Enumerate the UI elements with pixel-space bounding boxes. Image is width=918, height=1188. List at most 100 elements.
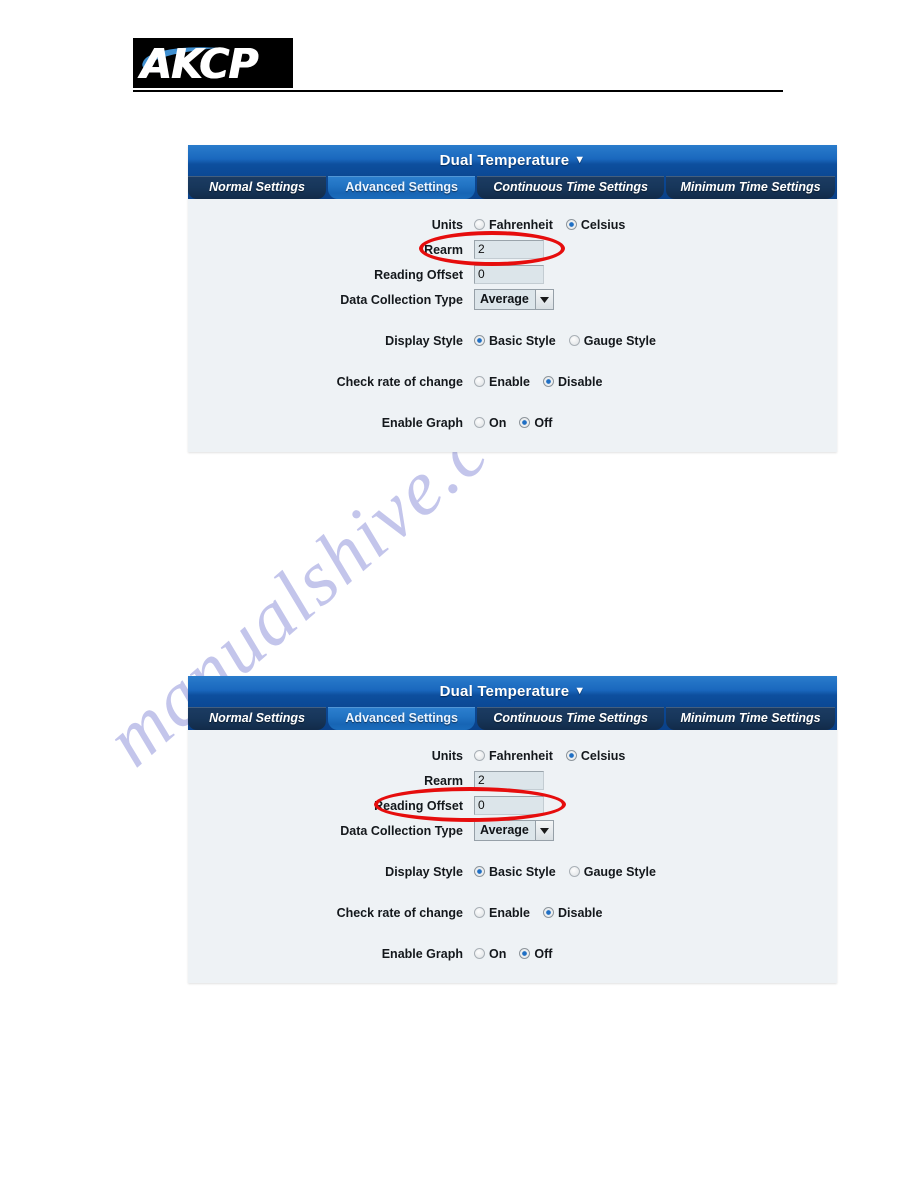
- display-style-radio-group: Basic Style Gauge Style: [474, 865, 656, 879]
- row-data-collection-type: Data Collection Type Average: [188, 288, 837, 311]
- enable-graph-radio-group: On Off: [474, 416, 552, 430]
- radio-indicator-graph-off[interactable]: [519, 948, 531, 959]
- check-rate-of-change-label: Check rate of change: [336, 374, 463, 389]
- row-reading-offset: Reading Offset 0: [188, 794, 837, 817]
- enable-graph-label: Enable Graph: [381, 946, 463, 961]
- settings-panel-2: Dual Temperature ▼ Normal Settings Advanc…: [188, 676, 837, 983]
- settings-panel-1: Dual Temperature ▼ Normal Settings Advanc…: [188, 145, 837, 452]
- radio-indicator-check-rate-enable[interactable]: [474, 376, 485, 387]
- radio-graph-off[interactable]: Off: [519, 947, 552, 961]
- radio-label-check-rate-disable: Disable: [558, 905, 603, 920]
- panel-titlebar: Dual Temperature ▼: [188, 145, 837, 176]
- radio-indicator-check-rate-enable[interactable]: [474, 907, 485, 918]
- panel-title[interactable]: Dual Temperature ▼: [188, 676, 837, 707]
- units-label: Units: [431, 217, 463, 232]
- data-collection-type-label: Data Collection Type: [340, 823, 463, 838]
- radio-indicator-celsius[interactable]: [565, 219, 577, 230]
- radio-graph-on[interactable]: On: [474, 416, 506, 430]
- chevron-down-icon[interactable]: ▼: [574, 685, 585, 697]
- radio-label-fahrenheit: Fahrenheit: [489, 748, 553, 763]
- row-display-style: Display Style Basic Style Gauge Style: [188, 329, 837, 352]
- row-rearm: Rearm 2: [188, 238, 837, 261]
- enable-graph-label: Enable Graph: [381, 415, 463, 430]
- radio-graph-on[interactable]: On: [474, 947, 506, 961]
- header-divider: [133, 90, 783, 92]
- panel-body: Units Fahrenheit Celsius Rearm 2 Reading…: [188, 730, 837, 983]
- row-units: Units Fahrenheit Celsius: [188, 213, 837, 236]
- radio-label-check-rate-enable: Enable: [489, 905, 530, 920]
- rearm-input[interactable]: 2: [474, 771, 544, 790]
- reading-offset-input[interactable]: 0: [474, 796, 544, 815]
- radio-label-graph-on: On: [489, 415, 507, 430]
- radio-check-rate-enable[interactable]: Enable: [474, 906, 530, 920]
- units-radio-group: Fahrenheit Celsius: [474, 218, 625, 232]
- akcp-logo: AKCP: [133, 38, 293, 88]
- radio-label-fahrenheit: Fahrenheit: [489, 217, 553, 232]
- tab-continuous-time-settings[interactable]: Continuous Time Settings: [477, 176, 665, 199]
- radio-label-graph-off: Off: [534, 946, 553, 961]
- radio-graph-off[interactable]: Off: [519, 416, 552, 430]
- radio-label-graph-off: Off: [534, 415, 553, 430]
- radio-label-check-rate-enable: Enable: [489, 374, 530, 389]
- row-reading-offset: Reading Offset 0: [188, 263, 837, 286]
- radio-label-celsius: Celsius: [580, 217, 626, 232]
- radio-label-graph-on: On: [489, 946, 507, 961]
- radio-indicator-graph-off[interactable]: [519, 417, 531, 428]
- radio-indicator-fahrenheit[interactable]: [474, 219, 485, 230]
- radio-indicator-graph-on[interactable]: [474, 948, 485, 959]
- radio-check-rate-disable[interactable]: Disable: [543, 375, 602, 389]
- reading-offset-input[interactable]: 0: [474, 265, 544, 284]
- tab-minimum-time-settings[interactable]: Minimum Time Settings: [666, 176, 835, 199]
- display-style-label: Display Style: [385, 864, 463, 879]
- radio-indicator-check-rate-disable[interactable]: [543, 376, 554, 387]
- display-style-radio-group: Basic Style Gauge Style: [474, 334, 656, 348]
- radio-fahrenheit[interactable]: Fahrenheit: [474, 218, 553, 232]
- data-collection-type-select[interactable]: Average: [474, 820, 554, 841]
- tab-advanced-settings[interactable]: Advanced Settings: [328, 707, 476, 730]
- chevron-down-icon[interactable]: ▼: [574, 154, 585, 166]
- radio-check-rate-disable[interactable]: Disable: [543, 906, 602, 920]
- radio-indicator-gauge-style[interactable]: [568, 335, 580, 346]
- tab-continuous-time-settings[interactable]: Continuous Time Settings: [477, 707, 665, 730]
- enable-graph-radio-group: On Off: [474, 947, 552, 961]
- panel-title[interactable]: Dual Temperature ▼: [188, 145, 837, 176]
- radio-check-rate-enable[interactable]: Enable: [474, 375, 530, 389]
- tab-normal-settings[interactable]: Normal Settings: [188, 707, 327, 730]
- row-enable-graph: Enable Graph On Off: [188, 942, 837, 965]
- radio-label-basic-style: Basic Style: [489, 333, 556, 348]
- radio-indicator-fahrenheit[interactable]: [474, 750, 485, 761]
- tab-normal-settings[interactable]: Normal Settings: [188, 176, 327, 199]
- check-rate-radio-group: Enable Disable: [474, 906, 602, 920]
- data-collection-type-select[interactable]: Average: [474, 289, 554, 310]
- radio-indicator-gauge-style[interactable]: [568, 866, 580, 877]
- radio-indicator-basic-style[interactable]: [474, 866, 485, 877]
- radio-basic-style[interactable]: Basic Style: [474, 334, 556, 348]
- units-radio-group: Fahrenheit Celsius: [474, 749, 625, 763]
- tab-minimum-time-settings[interactable]: Minimum Time Settings: [666, 707, 835, 730]
- radio-fahrenheit[interactable]: Fahrenheit: [474, 749, 553, 763]
- radio-indicator-graph-on[interactable]: [474, 417, 485, 428]
- row-data-collection-type: Data Collection Type Average: [188, 819, 837, 842]
- tabstrip: Normal Settings Advanced Settings Contin…: [188, 176, 837, 199]
- data-collection-type-value: Average: [480, 823, 529, 837]
- panel-titlebar: Dual Temperature ▼: [188, 676, 837, 707]
- row-enable-graph: Enable Graph On Off: [188, 411, 837, 434]
- radio-indicator-check-rate-disable[interactable]: [543, 907, 554, 918]
- radio-indicator-basic-style[interactable]: [474, 335, 485, 346]
- panel-title-text: Dual Temperature: [439, 683, 570, 700]
- radio-gauge-style[interactable]: Gauge Style: [568, 865, 656, 879]
- chevron-down-icon[interactable]: [534, 290, 553, 309]
- radio-celsius[interactable]: Celsius: [565, 749, 625, 763]
- radio-celsius[interactable]: Celsius: [565, 217, 626, 232]
- data-collection-type-value: Average: [480, 292, 529, 306]
- radio-indicator-celsius[interactable]: [565, 750, 577, 761]
- radio-gauge-style[interactable]: Gauge Style: [568, 334, 656, 348]
- rearm-label: Rearm: [424, 773, 463, 788]
- page-header: AKCP: [133, 38, 783, 92]
- tabstrip: Normal Settings Advanced Settings Contin…: [188, 707, 837, 730]
- chevron-down-icon[interactable]: [534, 821, 553, 840]
- rearm-input[interactable]: 2: [474, 240, 544, 259]
- tab-advanced-settings[interactable]: Advanced Settings: [328, 176, 476, 199]
- row-rearm: Rearm 2: [188, 769, 837, 792]
- radio-basic-style[interactable]: Basic Style: [474, 865, 556, 879]
